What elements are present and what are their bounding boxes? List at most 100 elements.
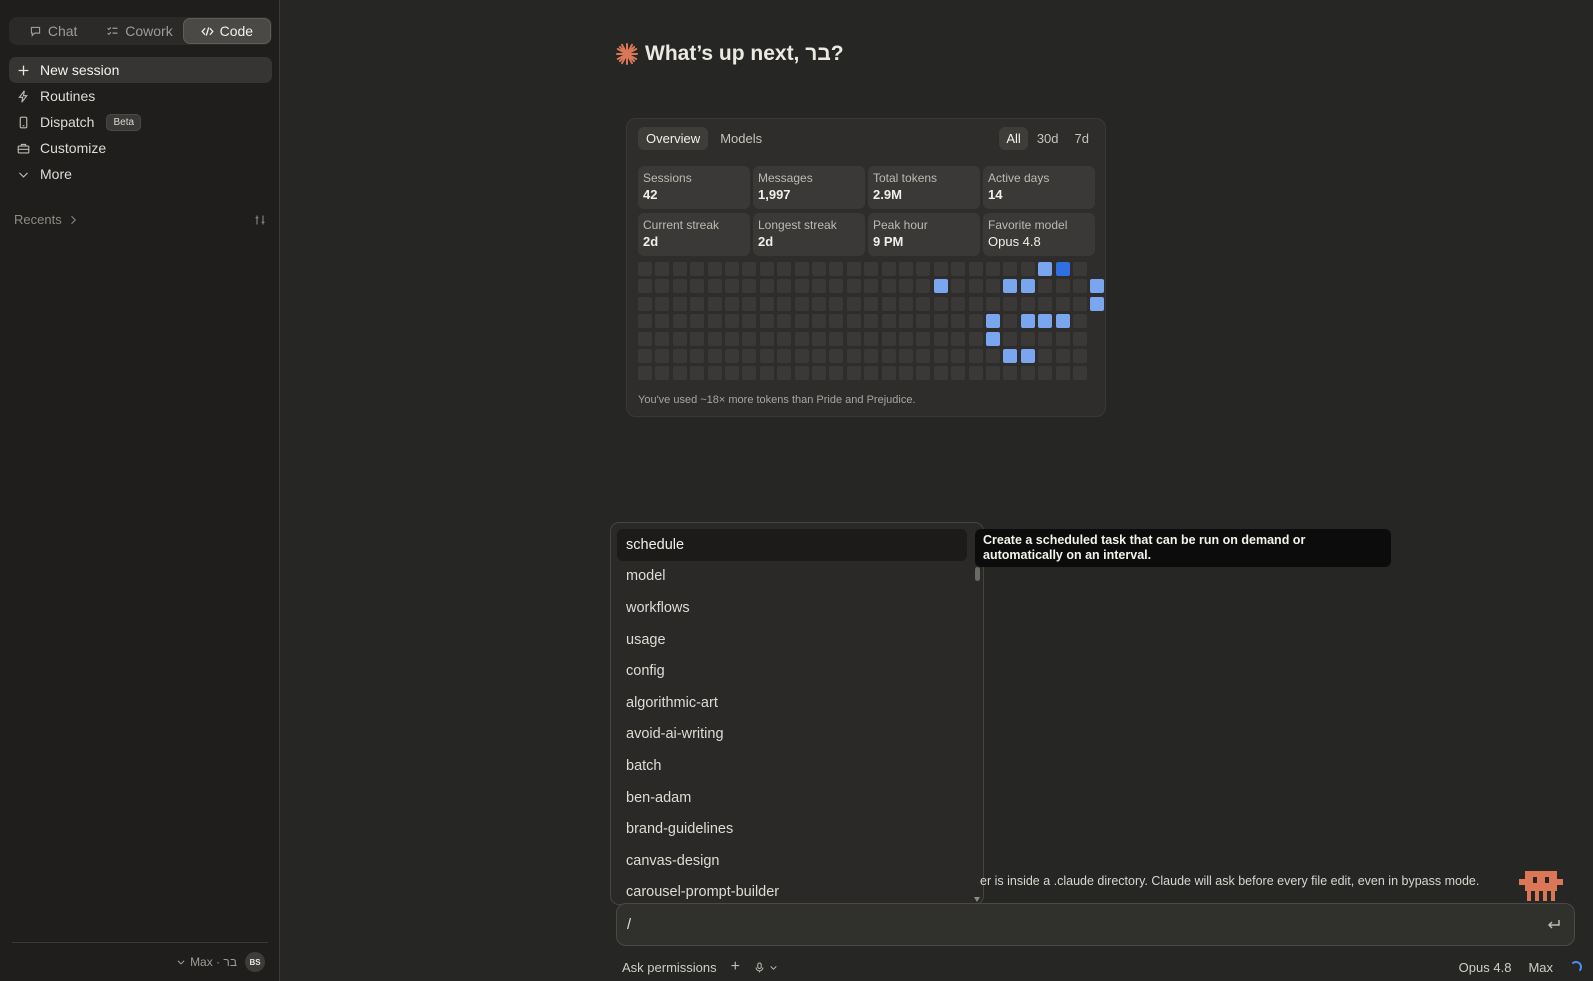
heatmap-cell — [655, 349, 670, 363]
avatar[interactable]: BS — [245, 952, 265, 972]
claude-sparkle-icon — [616, 43, 638, 65]
heatmap-cell — [759, 296, 774, 311]
stat-messages: Messages 1,997 — [753, 166, 865, 209]
sidebar-nav: New session Routines Dispatch Beta Custo… — [9, 57, 272, 187]
tab-chat[interactable]: Chat — [10, 18, 96, 44]
heatmap-cell — [846, 296, 861, 311]
heatmap-cell — [812, 279, 826, 294]
heatmap-cell — [846, 262, 861, 276]
heatmap-cell — [881, 314, 896, 329]
scroll-down-arrow-icon[interactable] — [974, 897, 980, 902]
heatmap-cell — [690, 366, 705, 381]
heatmap-cell — [672, 331, 687, 346]
scrollbar-thumb[interactable] — [975, 567, 980, 581]
heatmap-cell — [846, 366, 861, 381]
heatmap-cell — [725, 349, 739, 363]
add-attachment-button[interactable]: + — [731, 958, 740, 976]
beta-badge: Beta — [106, 113, 142, 131]
heatmap-cell — [777, 296, 792, 311]
heatmap-cell — [899, 331, 913, 346]
range-all[interactable]: All — [999, 127, 1028, 150]
command-item-usage[interactable]: usage — [617, 624, 967, 656]
command-item-workflows[interactable]: workflows — [617, 592, 967, 624]
stat-value: 2d — [643, 234, 659, 249]
heatmap-cell — [794, 262, 809, 276]
tab-code[interactable]: Code — [182, 18, 271, 44]
chevron-down-icon — [177, 960, 185, 965]
heatmap-cell — [655, 279, 670, 294]
command-item-algorithmic-art[interactable]: algorithmic-art — [617, 687, 967, 719]
tab-cowork[interactable]: Cowork — [96, 18, 182, 44]
heatmap-cell — [690, 331, 705, 346]
command-item-brand-guidelines[interactable]: brand-guidelines — [617, 813, 967, 845]
heatmap-cell — [777, 262, 792, 276]
tab-models[interactable]: Models — [712, 127, 770, 150]
range-7d[interactable]: 7d — [1068, 127, 1096, 150]
heatmap-cell — [707, 366, 722, 381]
command-item-schedule[interactable]: schedule — [617, 529, 967, 561]
range-30d[interactable]: 30d — [1030, 127, 1066, 150]
heatmap-cell — [846, 314, 861, 329]
heatmap-cell — [1020, 279, 1035, 294]
heatmap-cell — [933, 349, 948, 363]
plus-icon — [18, 65, 29, 75]
microphone-button[interactable] — [754, 962, 778, 973]
heatmap-cell — [986, 279, 1000, 294]
heatmap-cell — [1020, 314, 1035, 329]
stat-value: 2d — [758, 234, 774, 249]
heatmap-cell — [1055, 279, 1070, 294]
command-item-ben-adam[interactable]: ben-adam — [617, 782, 967, 814]
sidebar-item-dispatch[interactable]: Dispatch Beta — [9, 109, 272, 135]
prompt-input[interactable] — [627, 912, 1507, 938]
recents-toggle[interactable]: Recents — [14, 212, 79, 227]
heatmap-cell — [1020, 262, 1035, 276]
sidebar-item-more[interactable]: More — [9, 161, 272, 187]
heatmap-cell — [1073, 349, 1087, 363]
heatmap-cell — [968, 296, 983, 311]
heatmap-cell — [1003, 366, 1018, 381]
heatmap-cell — [638, 279, 652, 294]
heatmap-cell — [1038, 296, 1053, 311]
heatmap-cell — [1055, 314, 1070, 329]
heatmap-cell — [916, 296, 931, 311]
stat-value: 2.9M — [873, 187, 902, 202]
model-controls: Opus 4.8 Max — [1459, 960, 1582, 975]
filter-sliders-icon[interactable] — [254, 214, 266, 226]
heatmap-cell — [864, 314, 879, 329]
heatmap-cell — [672, 296, 687, 311]
chevron-right-icon — [70, 215, 76, 224]
tab-overview[interactable]: Overview — [638, 127, 709, 150]
heatmap-cell — [1020, 366, 1035, 381]
stat-label: Favorite model — [988, 218, 1068, 232]
heatmap-cell — [725, 279, 739, 294]
model-selector[interactable]: Opus 4.8 — [1459, 960, 1512, 975]
sidebar-item-label: Dispatch — [40, 114, 95, 130]
command-item-avoid-ai-writing[interactable]: avoid-ai-writing — [617, 719, 967, 751]
heatmap-cell — [794, 296, 809, 311]
command-item-canvas-design[interactable]: canvas-design — [617, 845, 967, 877]
heatmap-cell — [672, 366, 687, 381]
plan-selector[interactable]: Max · בר — [176, 955, 237, 969]
enter-return-icon[interactable] — [1546, 917, 1562, 933]
heatmap-cell — [655, 331, 670, 346]
stat-peak-hour: Peak hour 9 PM — [868, 213, 980, 256]
greeting-text: What’s up next, בר? — [645, 42, 844, 65]
effort-selector[interactable]: Max — [1528, 960, 1553, 975]
heatmap-cell — [829, 296, 844, 311]
command-item-batch[interactable]: batch — [617, 750, 967, 782]
heatmap-cell — [1003, 296, 1018, 311]
heatmap-cell — [916, 349, 931, 363]
sidebar-item-new-session[interactable]: New session — [9, 57, 272, 83]
command-item-model[interactable]: model — [617, 561, 967, 593]
sidebar-item-customize[interactable]: Customize — [9, 135, 272, 161]
sidebar-item-routines[interactable]: Routines — [9, 83, 272, 109]
heatmap-cell — [1020, 296, 1035, 311]
heatmap-cell — [829, 279, 844, 294]
usage-stats-card: Overview Models All 30d 7d Sessions 42 Me… — [626, 118, 1106, 417]
permissions-button[interactable]: Ask permissions — [622, 960, 717, 975]
command-item-config[interactable]: config — [617, 655, 967, 687]
heatmap-cell — [881, 279, 896, 294]
heatmap-cell — [1073, 279, 1087, 294]
command-item-carousel-prompt-builder[interactable]: carousel-prompt-builder — [617, 877, 967, 904]
heatmap-cell — [1073, 262, 1087, 276]
